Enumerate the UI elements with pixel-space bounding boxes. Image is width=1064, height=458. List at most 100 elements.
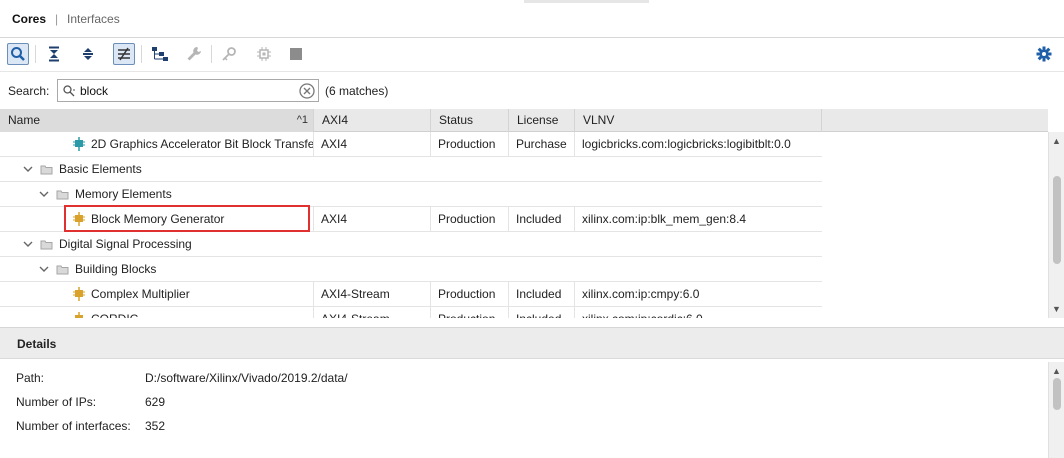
chevron-down-icon[interactable] xyxy=(39,265,49,273)
column-header-name[interactable]: Name ^1 xyxy=(0,109,314,132)
table-header: Name ^1 AXI4 Status License VLNV xyxy=(0,109,1048,132)
column-divider xyxy=(313,207,314,232)
table-row[interactable]: Digital Signal Processing xyxy=(0,232,822,257)
chevron-down-icon[interactable] xyxy=(39,190,49,198)
row-status: Production xyxy=(438,212,496,226)
toolbar-separator xyxy=(35,45,36,63)
tab-interfaces[interactable]: Interfaces xyxy=(67,12,120,26)
toolbar-separator xyxy=(141,45,142,63)
row-interfaces: AXI4-Stream xyxy=(321,307,431,318)
folder-icon xyxy=(56,190,69,200)
toolbar xyxy=(0,38,1064,72)
table-row[interactable]: Memory Elements xyxy=(0,182,822,207)
search-toggle-button[interactable] xyxy=(7,43,29,65)
scroll-down-icon[interactable]: ▼ xyxy=(1052,304,1061,314)
search-row: Search: (6 matches) xyxy=(0,74,1064,108)
clear-search-icon[interactable] xyxy=(299,83,315,99)
column-divider xyxy=(574,282,575,307)
row-vlnv: xilinx.com:ip:cmpy:6.0 xyxy=(582,287,700,301)
chip-button[interactable] xyxy=(253,43,275,65)
collapse-all-button[interactable] xyxy=(43,43,65,65)
details-header: Details xyxy=(0,327,1064,359)
toolbar-separator xyxy=(211,45,212,63)
ip-core-icon xyxy=(75,312,83,318)
ips-count-value: 629 xyxy=(145,395,166,409)
table-row[interactable]: Basic Elements xyxy=(0,157,822,182)
folder-icon xyxy=(40,165,53,175)
ips-count-label: Number of IPs: xyxy=(16,395,97,409)
row-name: Digital Signal Processing xyxy=(59,237,192,251)
wrench-icon xyxy=(187,47,201,61)
table-row[interactable]: Building Blocks xyxy=(0,257,822,282)
column-divider xyxy=(508,207,509,232)
row-vlnv: xilinx.com:ip:blk_mem_gen:8.4 xyxy=(582,212,747,226)
expand-all-icon xyxy=(83,48,93,60)
tab-strip-decoration xyxy=(524,0,649,3)
row-name: Block Memory Generator xyxy=(91,212,225,226)
scroll-up-icon[interactable]: ▲ xyxy=(1052,136,1061,146)
column-divider xyxy=(508,282,509,307)
path-value: D:/software/Xilinx/Vivado/2019.2/data/ xyxy=(145,371,348,385)
column-divider xyxy=(574,132,575,157)
table-row[interactable]: Block Memory Generator AXI4 Production I… xyxy=(0,207,822,232)
row-interfaces: AXI4 xyxy=(321,212,348,226)
column-header-vlnv[interactable]: VLNV xyxy=(575,109,822,132)
chevron-down-icon[interactable] xyxy=(23,240,33,248)
column-divider xyxy=(508,132,509,157)
column-divider xyxy=(430,207,431,232)
row-name: Basic Elements xyxy=(59,162,142,176)
interfaces-count-value: 352 xyxy=(145,419,166,433)
row-license: Purchase xyxy=(516,137,567,151)
ip-catalog-table: Name ^1 AXI4 Status License VLNV 2D Grap… xyxy=(0,109,1048,318)
toggle-filter-icon xyxy=(118,47,130,61)
chevron-down-icon[interactable] xyxy=(23,165,33,173)
row-name: Complex Multiplier xyxy=(91,287,190,301)
row-vlnv: logicbricks.com:logicbricks:logibitblt:0… xyxy=(582,137,791,151)
table-row[interactable]: Complex Multiplier AXI4-Stream Productio… xyxy=(0,282,822,307)
table-scrollbar[interactable]: ▲ ▼ xyxy=(1048,132,1064,318)
search-input[interactable] xyxy=(80,83,290,98)
search-icon xyxy=(63,85,75,97)
collapse-all-icon xyxy=(49,46,59,62)
row-interfaces: AXI4 xyxy=(321,137,348,151)
column-divider xyxy=(313,132,314,157)
search-icon xyxy=(11,47,25,61)
column-divider xyxy=(574,207,575,232)
search-box[interactable] xyxy=(57,79,319,102)
details-scrollbar[interactable]: ▲ xyxy=(1048,362,1064,458)
column-divider xyxy=(508,307,509,318)
ip-core-icon xyxy=(73,212,85,226)
tab-cores[interactable]: Cores xyxy=(12,12,46,26)
column-header-status[interactable]: Status xyxy=(431,109,509,132)
scrollbar-thumb[interactable] xyxy=(1053,176,1061,264)
row-interfaces: AXI4-Stream xyxy=(321,287,390,301)
sort-indicator: ^1 xyxy=(296,114,308,126)
column-divider xyxy=(430,282,431,307)
column-header-license[interactable]: License xyxy=(509,109,575,132)
table-row[interactable]: 2D Graphics Accelerator Bit Block Transf… xyxy=(0,132,822,157)
scroll-up-icon[interactable]: ▲ xyxy=(1052,366,1061,376)
table-row[interactable]: CORDIC AXI4-Stream Production Included x… xyxy=(0,307,822,318)
column-divider xyxy=(313,282,314,307)
row-license: Included xyxy=(516,307,574,318)
hierarchy-icon xyxy=(152,47,168,61)
row-license: Included xyxy=(516,287,562,301)
license-button[interactable] xyxy=(218,43,240,65)
match-count: (6 matches) xyxy=(325,84,389,98)
key-icon xyxy=(222,47,236,61)
column-divider xyxy=(313,307,314,318)
scrollbar-thumb[interactable] xyxy=(1053,378,1061,410)
filter-toggle-button[interactable] xyxy=(113,43,135,65)
column-divider xyxy=(430,307,431,318)
expand-all-button[interactable] xyxy=(77,43,99,65)
details-panel: Path: D:/software/Xilinx/Vivado/2019.2/d… xyxy=(0,359,1064,458)
ip-core-icon xyxy=(73,137,85,151)
column-header-interfaces[interactable]: AXI4 xyxy=(314,109,431,132)
settings-button[interactable] xyxy=(1033,43,1055,65)
wrench-button[interactable] xyxy=(183,43,205,65)
details-title: Details xyxy=(17,337,57,351)
hierarchy-button[interactable] xyxy=(149,43,171,65)
row-status: Production xyxy=(438,137,496,151)
stop-icon xyxy=(290,48,302,60)
stop-button[interactable] xyxy=(285,43,307,65)
